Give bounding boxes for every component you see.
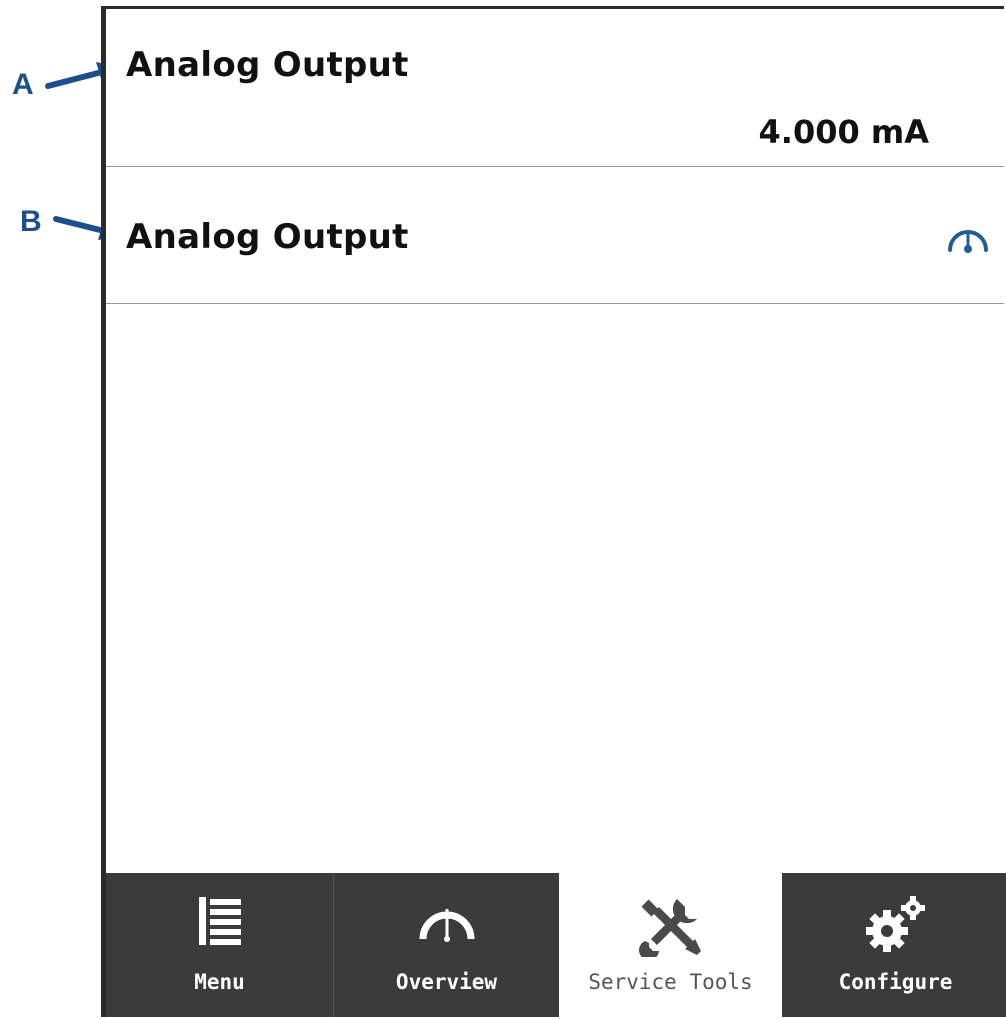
analog-output-value: 4.000 mA [758, 113, 929, 151]
tab-menu[interactable]: Menu [106, 873, 334, 1017]
callout-label-b: B [20, 205, 42, 238]
tab-service-tools[interactable]: Service Tools [559, 883, 782, 1017]
tab-overview[interactable]: Overview [334, 873, 559, 1017]
gears-icon [865, 896, 925, 952]
callout-label-a: A [12, 68, 34, 101]
wrench-screwdriver-icon [638, 899, 701, 957]
gauge-icon [419, 909, 474, 942]
tab-label-overview: Overview [395, 970, 498, 994]
device-screen: Analog Output 4.000 mA Analog Output Men… [101, 6, 1006, 1017]
screenshot-stage: A B Analog Output 4.000 mA Analog Output [0, 0, 1006, 1019]
tab-label-service-tools: Service Tools [588, 970, 753, 994]
tab-label-configure: Configure [838, 970, 953, 994]
tab-label-menu: Menu [194, 970, 245, 994]
list-item-analog-output-value[interactable]: Analog Output 4.000 mA [106, 9, 1004, 167]
gauge-icon[interactable] [946, 224, 990, 254]
tab-configure[interactable]: Configure [782, 873, 1006, 1017]
menu-list-icon [198, 897, 241, 945]
row-title: Analog Output [126, 45, 409, 85]
bottom-tab-bar: Menu Overview Service Tools Configure [106, 873, 1006, 1017]
row-title: Analog Output [126, 217, 409, 257]
list-item-analog-output-gauge[interactable]: Analog Output [106, 167, 1004, 304]
